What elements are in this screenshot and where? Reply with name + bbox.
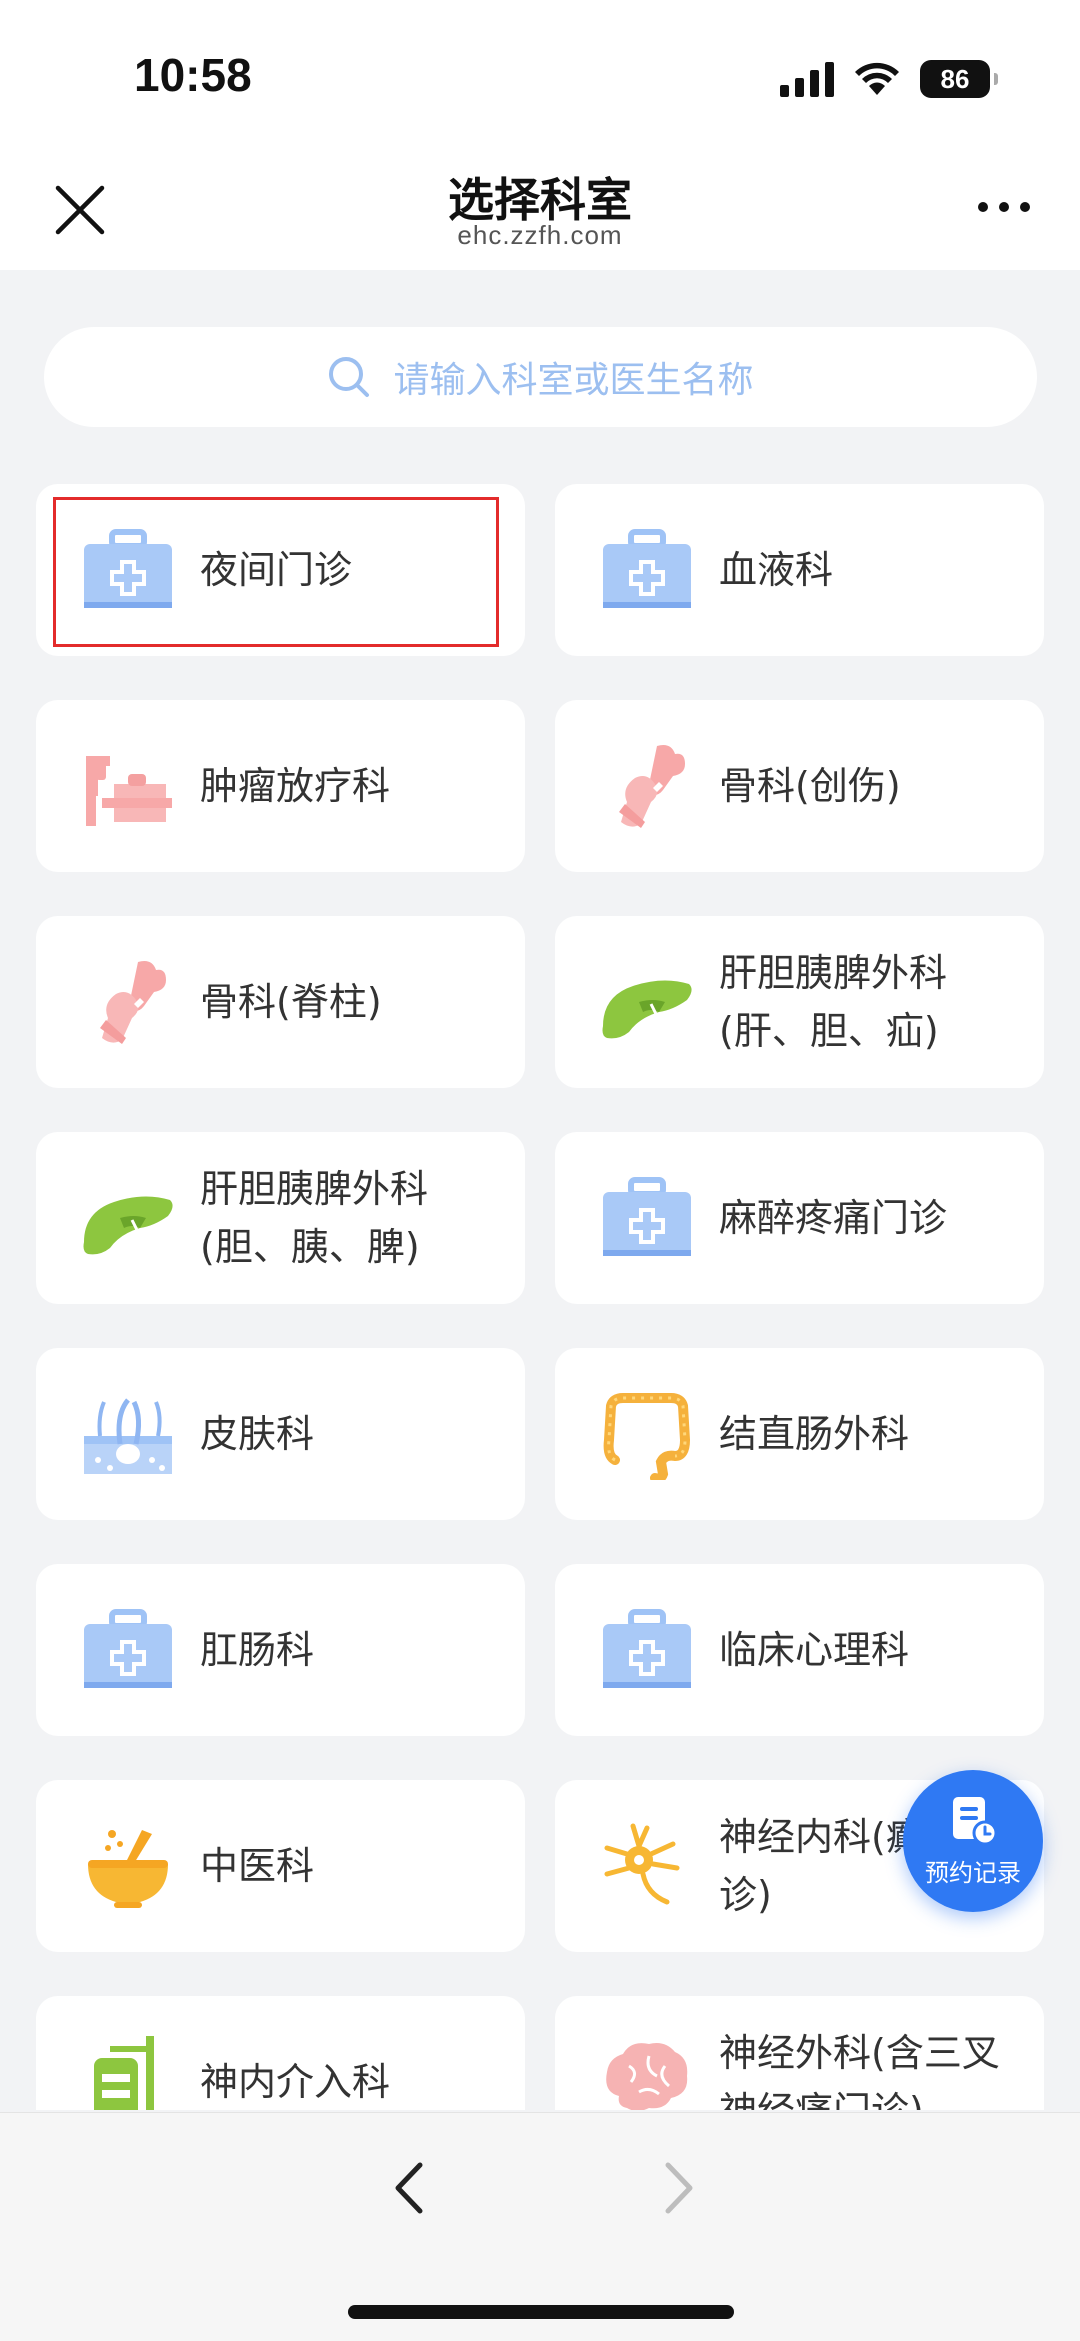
department-label: 神经外科(含三叉神经痛门诊) bbox=[719, 2031, 1000, 2110]
selection-highlight bbox=[53, 497, 499, 647]
department-card-clinical-psychology[interactable]: 临床心理科 bbox=[555, 1564, 1044, 1736]
department-card-orthopedics-spine[interactable]: 骨科(脊柱) bbox=[36, 916, 525, 1088]
department-card-tcm[interactable]: 中医科 bbox=[36, 1780, 525, 1952]
department-card-hepatobiliary-1[interactable]: 肝胆胰脾外科(肝、胆、疝) bbox=[555, 916, 1044, 1088]
department-grid: 夜间门诊 血液科 肿瘤放疗科 骨科(创伤) 骨科(脊柱) 肝胆胰脾外科(肝、胆、… bbox=[0, 0, 1080, 2110]
department-card-hepatobiliary-2[interactable]: 肝胆胰脾外科(胆、胰、脾) bbox=[36, 1132, 525, 1304]
home-indicator bbox=[348, 2305, 734, 2319]
department-card-radiotherapy[interactable]: 肿瘤放疗科 bbox=[36, 700, 525, 872]
department-card-anesthesia-pain[interactable]: 麻醉疼痛门诊 bbox=[555, 1132, 1044, 1304]
bone-joint-icon bbox=[619, 745, 685, 828]
medical-kit-icon bbox=[603, 1609, 691, 1688]
department-label: 临床心理科 bbox=[719, 1628, 910, 1672]
department-card-neurosurgery[interactable]: 神经外科(含三叉神经痛门诊) bbox=[555, 1996, 1044, 2110]
brain-icon bbox=[606, 2043, 688, 2110]
medical-kit-icon bbox=[84, 1609, 172, 1688]
document-clock-icon bbox=[953, 1796, 998, 1845]
medical-kit-icon bbox=[603, 1177, 691, 1256]
department-label: 肝胆胰脾外科(肝、胆、疝) bbox=[719, 951, 948, 1053]
liver-icon bbox=[83, 1196, 173, 1255]
colon-icon bbox=[603, 1393, 691, 1480]
liver-icon bbox=[602, 980, 692, 1039]
department-label: 神内介入科 bbox=[200, 2060, 391, 2104]
department-card-anorectal[interactable]: 肛肠科 bbox=[36, 1564, 525, 1736]
medical-kit-icon bbox=[603, 529, 691, 608]
department-card-dermatology[interactable]: 皮肤科 bbox=[36, 1348, 525, 1520]
department-label: 结直肠外科 bbox=[719, 1412, 910, 1456]
back-arrow-icon[interactable] bbox=[380, 2153, 440, 2223]
department-label: 骨科(脊柱) bbox=[200, 980, 382, 1024]
department-label: 肝胆胰脾外科(胆、胰、脾) bbox=[200, 1167, 429, 1269]
radiotherapy-machine-icon bbox=[86, 756, 172, 826]
department-label: 肿瘤放疗科 bbox=[200, 764, 391, 808]
skin-hair-icon bbox=[84, 1398, 172, 1474]
department-card-orthopedics-trauma[interactable]: 骨科(创伤) bbox=[555, 700, 1044, 872]
bone-joint-icon bbox=[100, 961, 166, 1044]
department-label: 血液科 bbox=[719, 548, 834, 592]
department-label: 中医科 bbox=[200, 1844, 315, 1888]
mortar-pestle-icon bbox=[88, 1830, 168, 1908]
forward-arrow-icon[interactable] bbox=[648, 2153, 708, 2223]
department-label: 骨科(创伤) bbox=[719, 764, 901, 808]
bottom-navigation-bar bbox=[0, 2112, 1080, 2341]
neuron-icon bbox=[604, 1823, 680, 1905]
department-label: 皮肤科 bbox=[200, 1412, 315, 1456]
department-card-colorectal-surgery[interactable]: 结直肠外科 bbox=[555, 1348, 1044, 1520]
department-card-neuro-interventional[interactable]: 神内介入科 bbox=[36, 1996, 525, 2110]
department-card-hematology[interactable]: 血液科 bbox=[555, 484, 1044, 656]
department-label: 麻醉疼痛门诊 bbox=[719, 1196, 948, 1240]
appointment-records-button[interactable]: 预约记录 bbox=[903, 1770, 1043, 1912]
department-label: 肛肠科 bbox=[200, 1628, 315, 1672]
iv-drip-icon bbox=[94, 2036, 154, 2110]
appointment-records-label: 预约记录 bbox=[925, 1858, 1021, 1887]
